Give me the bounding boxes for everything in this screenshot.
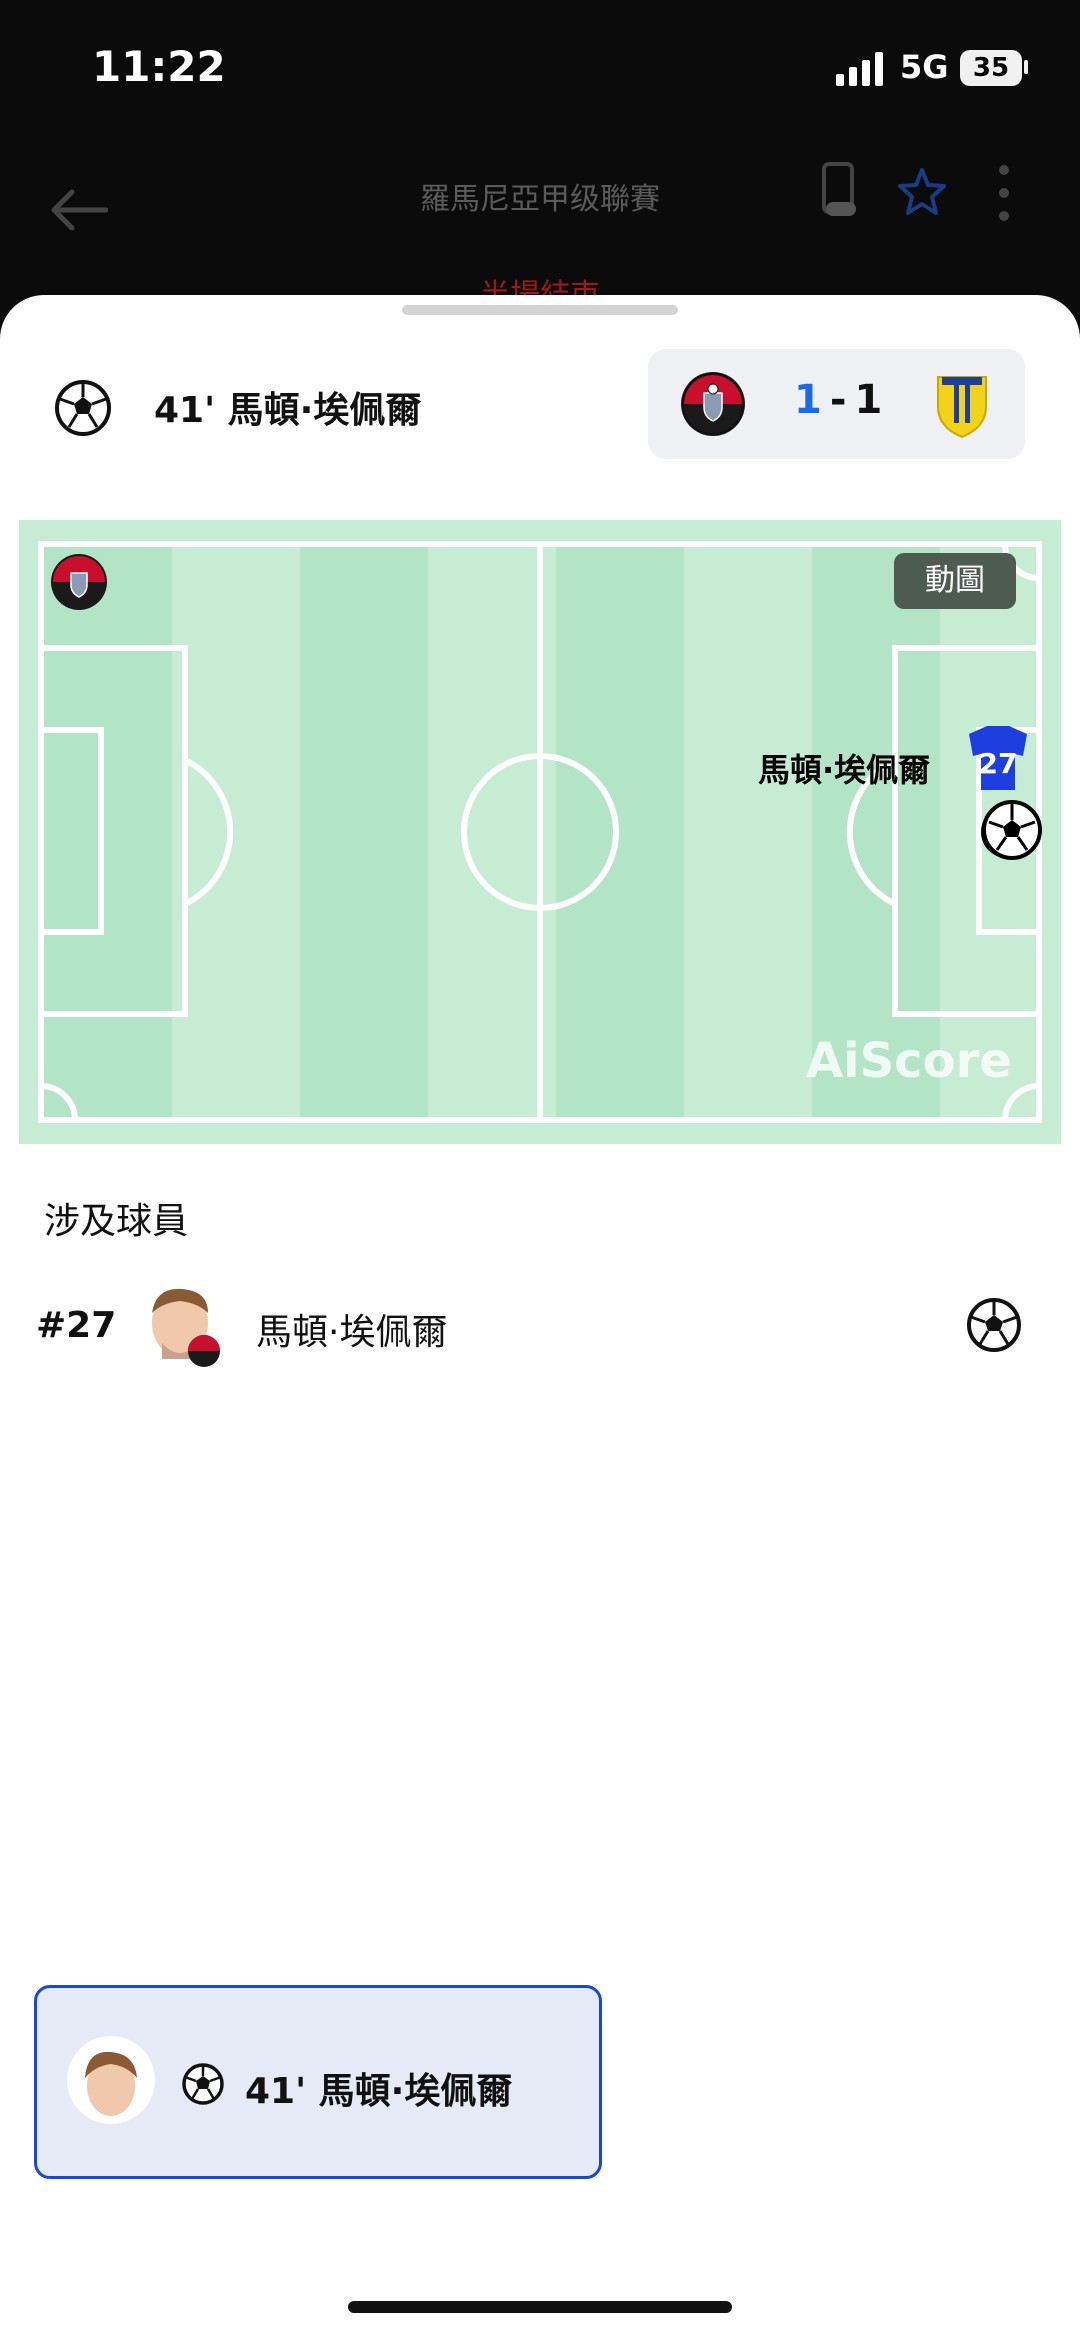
signal-icon [836,52,883,86]
status-time: 11:22 [92,42,226,91]
player-row[interactable]: #27 馬頓·埃佩爾 [0,1275,1080,1375]
sheet-grabber[interactable] [402,305,678,315]
football-icon [55,380,111,436]
home-indicator[interactable] [348,2301,732,2313]
pitch-team-logo [50,553,108,611]
ball-marker [981,800,1042,860]
pitch-player-label: 馬頓·埃佩爾 [758,751,931,789]
player-number: #27 [36,1305,117,1346]
toast-avatar [67,2036,155,2124]
jersey-number: 27 [979,747,1018,780]
network-label: 5G [900,48,949,86]
watermark: AiScore [806,1033,1012,1089]
star-icon[interactable] [896,166,948,218]
away-score: 1 [854,377,883,423]
event-title: 41' 馬頓·埃佩爾 [154,381,421,433]
event-minute: 41' [154,390,216,431]
toast-text: 41' 馬頓·埃佩爾 [245,2071,513,2112]
gif-button[interactable]: 動圖 [894,553,1016,609]
home-team-logo [681,372,745,436]
event-player: 馬頓·埃佩爾 [227,390,422,431]
phone-toggle-icon[interactable] [820,162,860,220]
player-name: 馬頓·埃佩爾 [256,1312,448,1353]
score-separator: - [829,377,847,423]
score-card[interactable]: 1-1 [648,349,1025,459]
football-icon [967,1298,1021,1352]
battery-icon: 35 [960,50,1022,86]
more-icon[interactable] [996,164,1012,222]
score-display: 1-1 [794,377,882,423]
football-icon [182,2063,224,2105]
event-toast[interactable]: 41' 馬頓·埃佩爾 [34,1985,602,2179]
home-score: 1 [794,377,822,423]
player-avatar [152,1288,220,1367]
battery-tip [1024,60,1028,74]
status-bar: 11:22 5G 35 [0,0,1080,140]
involved-players-title: 涉及球員 [44,1201,189,1242]
away-team-logo [937,376,987,439]
